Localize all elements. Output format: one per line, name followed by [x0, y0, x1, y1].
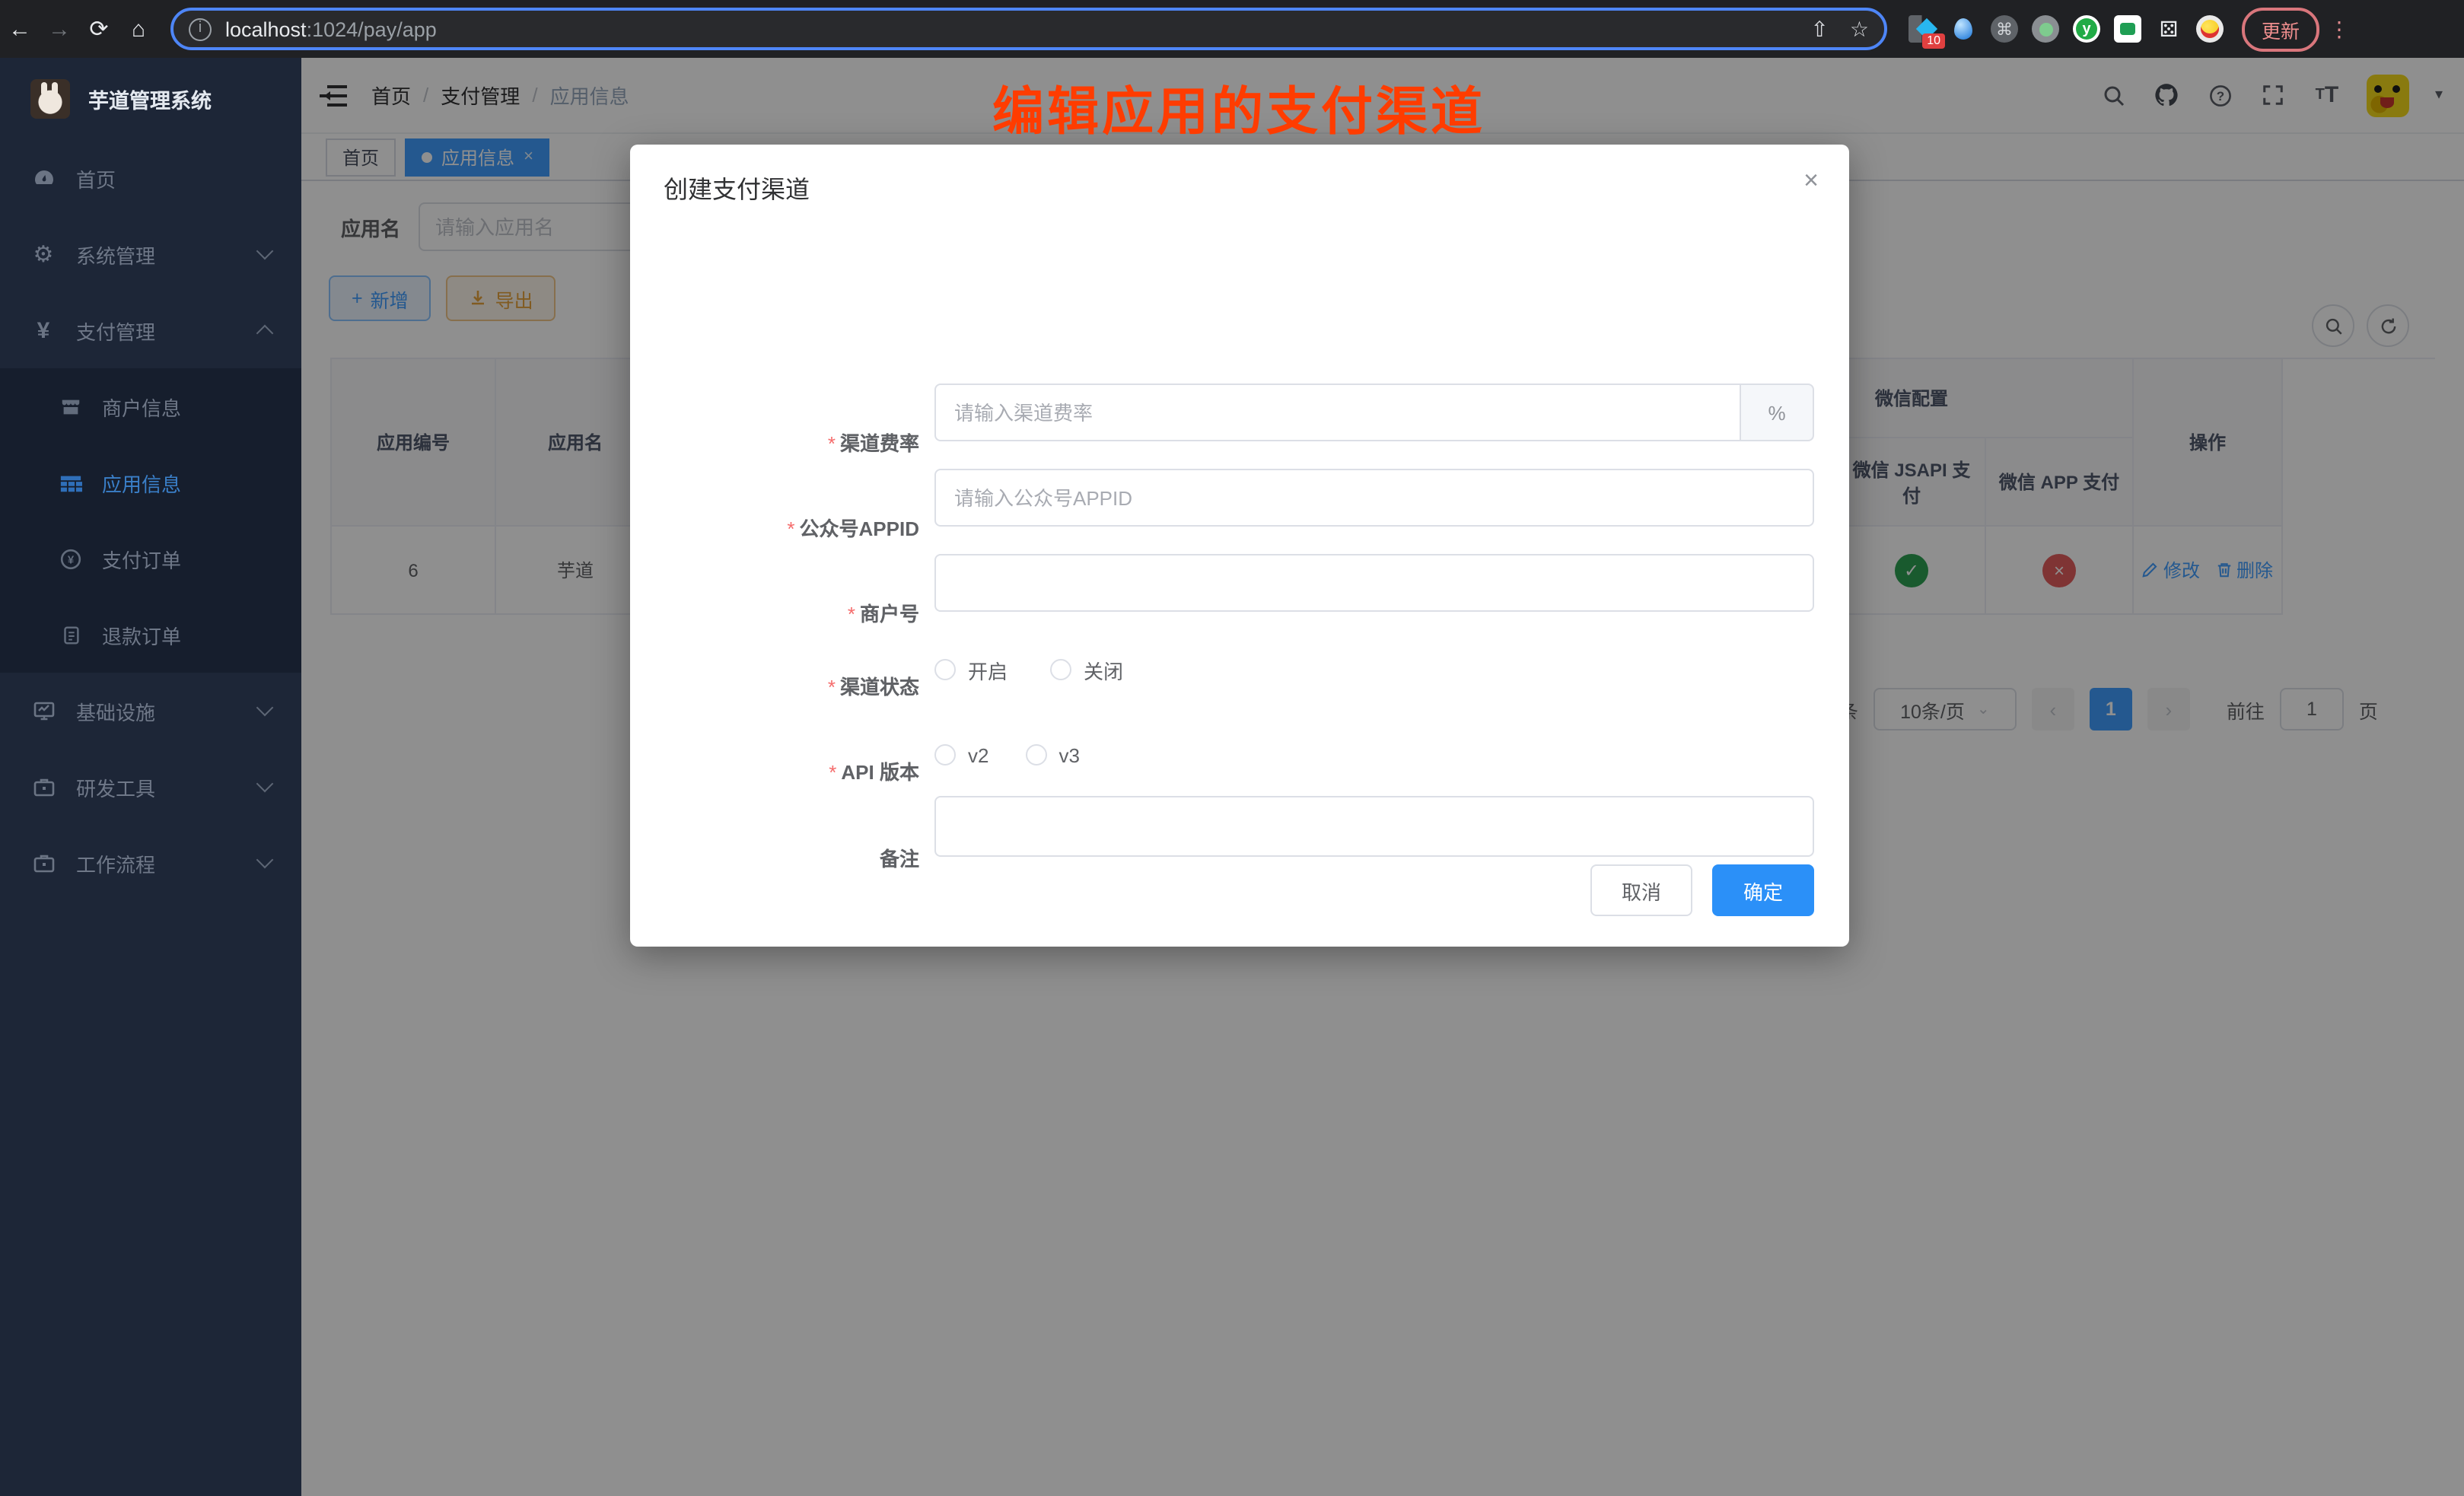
confirm-button[interactable]: 确定 [1712, 864, 1814, 916]
rate-input[interactable] [934, 384, 1740, 441]
chrome-update-button[interactable]: 更新 [2242, 7, 2319, 51]
sidebar-item-app-info[interactable]: 应用信息 [0, 444, 301, 520]
browser-back-icon[interactable]: ← [0, 16, 40, 42]
remark-input[interactable] [934, 796, 1814, 857]
briefcase-icon [30, 850, 56, 876]
sidebar-item-pay[interactable]: ¥ 支付管理 [0, 292, 301, 368]
sidebar-item-label: 工作流程 [76, 848, 155, 877]
create-pay-channel-dialog: 创建支付渠道 × *渠道费率 % *公众号APPID *商户号 *渠道状态 开启… [630, 145, 1849, 947]
profile-emoji-icon[interactable] [2196, 15, 2224, 43]
dialog-title: 创建支付渠道 [664, 169, 810, 205]
sidebar-item-label: 研发工具 [76, 772, 155, 801]
chevron-down-icon [256, 775, 274, 793]
sidebar-item-pay-order[interactable]: ¥ 支付订单 [0, 520, 301, 597]
extension-badge-count: 10 [1922, 33, 1945, 49]
dialog-close-icon[interactable]: × [1803, 166, 1819, 196]
sidebar-item-label: 系统管理 [76, 240, 155, 269]
extension-icons: 10 ⌘ ⚄ [1908, 15, 2224, 43]
logo-image [30, 79, 70, 119]
field-label-status: *渠道状态 [630, 671, 919, 700]
sidebar-item-label: 退款订单 [102, 620, 181, 649]
field-label-remark: 备注 [630, 843, 919, 872]
extension-dot-icon[interactable] [2032, 15, 2059, 43]
sidebar-item-label: 商户信息 [102, 392, 181, 421]
browser-forward-icon[interactable]: → [40, 16, 79, 42]
appid-input[interactable] [934, 469, 1814, 527]
dialog-footer: 取消 确定 [1590, 864, 1814, 916]
status-on-radio[interactable]: 开启 [934, 655, 1008, 684]
app-title: 芋道管理系统 [88, 84, 212, 114]
extension-chat-icon[interactable] [2114, 15, 2141, 43]
screenshot-root: ← → ⟳ ⌂ i localhost:1024/pay/app ⇧ ☆ 10 … [0, 0, 2464, 1496]
sidebar: 芋道管理系统 首页 ⚙ 系统管理 ¥ 支付管理 商户信息 应用信息 [0, 58, 301, 1496]
field-label-appid: *公众号APPID [630, 513, 919, 542]
sidebar-item-workflow[interactable]: 工作流程 [0, 825, 301, 901]
browser-toolbar: ← → ⟳ ⌂ i localhost:1024/pay/app ⇧ ☆ 10 … [0, 0, 2464, 58]
sidebar-item-merchant[interactable]: 商户信息 [0, 368, 301, 444]
share-icon[interactable]: ⇧ [1810, 16, 1828, 42]
sidebar-item-infra[interactable]: 基础设施 [0, 673, 301, 749]
monitor-chart-icon [30, 698, 56, 724]
radio-circle-icon [934, 744, 956, 766]
sidebar-submenu-pay: 商户信息 应用信息 ¥ 支付订单 退款订单 [0, 368, 301, 673]
extension-badge-icon[interactable]: 10 [1908, 15, 1936, 43]
extension-command-icon[interactable]: ⌘ [1991, 15, 2018, 43]
app-logo-row[interactable]: 芋道管理系统 [0, 58, 301, 140]
sidebar-item-label: 支付订单 [102, 544, 181, 573]
api-v3-radio[interactable]: v3 [1025, 743, 1079, 766]
shop-icon [58, 394, 82, 419]
browser-menu-icon[interactable]: ⋮ [2329, 16, 2350, 42]
sidebar-item-system[interactable]: ⚙ 系统管理 [0, 216, 301, 292]
grid-icon [58, 470, 82, 495]
sidebar-item-label: 基础设施 [76, 696, 155, 725]
field-label-api-version: *API 版本 [630, 756, 919, 785]
address-bar[interactable]: i localhost:1024/pay/app ⇧ ☆ [170, 8, 1887, 50]
svg-text:¥: ¥ [67, 553, 74, 566]
site-info-icon[interactable]: i [189, 18, 212, 40]
field-label-mchid: *商户号 [630, 598, 919, 627]
document-icon [58, 622, 82, 647]
yen-icon: ¥ [30, 317, 56, 343]
coin-yen-icon: ¥ [58, 546, 82, 571]
chevron-up-icon [256, 325, 274, 342]
cancel-button[interactable]: 取消 [1590, 864, 1692, 916]
percent-suffix: % [1740, 384, 1814, 441]
extension-balloon-icon[interactable] [1950, 15, 1977, 43]
sidebar-item-refund-order[interactable]: 退款订单 [0, 597, 301, 673]
field-label-rate: *渠道费率 [630, 428, 919, 457]
chevron-down-icon [256, 851, 274, 869]
radio-circle-icon [934, 659, 956, 680]
gear-icon: ⚙ [30, 241, 56, 267]
browser-home-icon[interactable]: ⌂ [119, 16, 158, 42]
url-text[interactable]: localhost:1024/pay/app [225, 18, 1789, 40]
annotation-title: 编辑应用的支付渠道 [992, 70, 1485, 145]
dashboard-icon [30, 165, 56, 191]
radio-circle-icon [1050, 659, 1071, 680]
status-off-radio[interactable]: 关闭 [1050, 655, 1123, 684]
extensions-puzzle-icon[interactable]: ⚄ [2155, 15, 2182, 43]
browser-reload-icon[interactable]: ⟳ [79, 15, 119, 43]
sidebar-item-label: 首页 [76, 164, 116, 193]
sidebar-item-dev-tools[interactable]: 研发工具 [0, 749, 301, 825]
sidebar-item-label: 支付管理 [76, 316, 155, 345]
extension-y-icon[interactable] [2073, 15, 2100, 43]
radio-circle-icon [1025, 744, 1046, 766]
sidebar-item-home[interactable]: 首页 [0, 140, 301, 216]
briefcase-icon [30, 774, 56, 800]
chevron-down-icon [256, 243, 274, 260]
api-v2-radio[interactable]: v2 [934, 743, 988, 766]
merchant-id-input[interactable] [934, 554, 1814, 612]
chevron-down-icon [256, 699, 274, 717]
bookmark-star-icon[interactable]: ☆ [1850, 16, 1869, 42]
sidebar-item-label: 应用信息 [102, 468, 181, 497]
